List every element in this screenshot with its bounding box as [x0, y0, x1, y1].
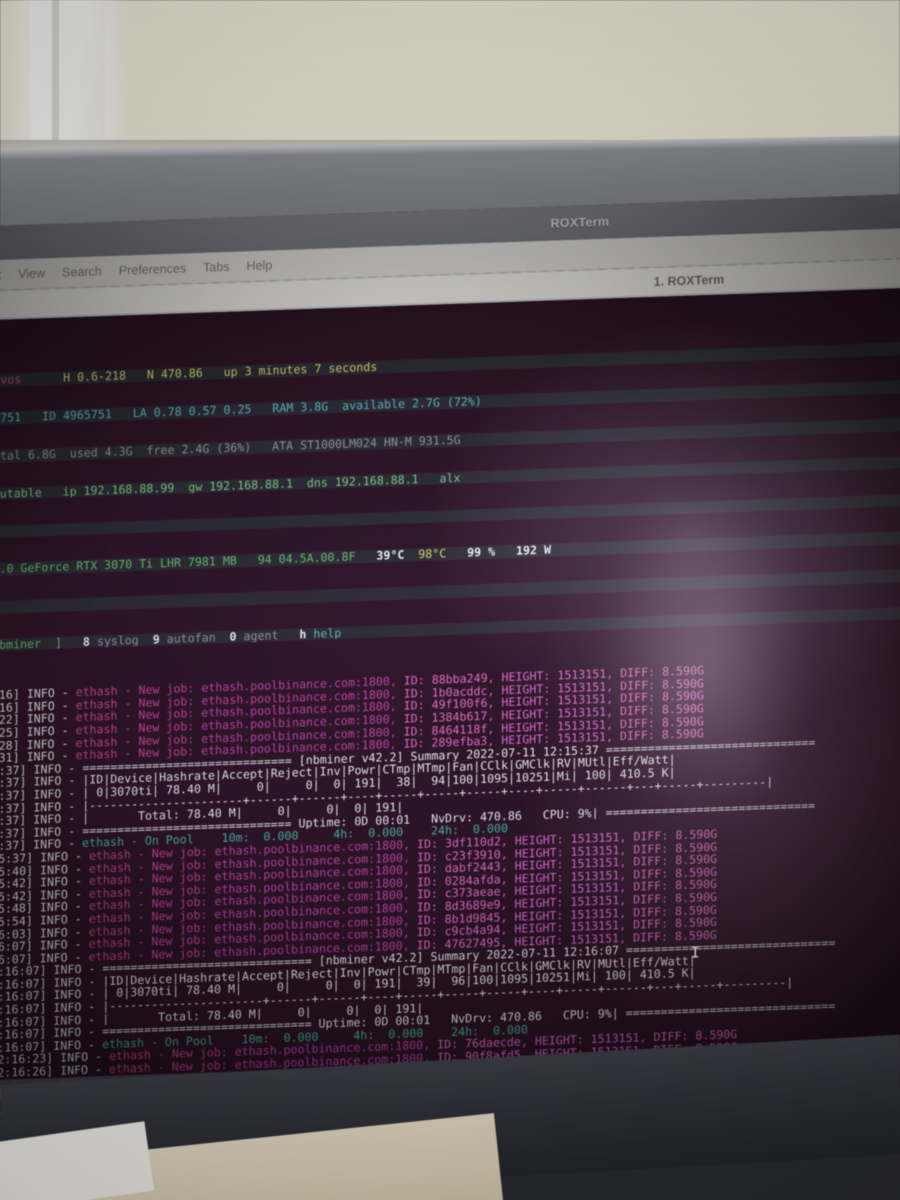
hotkey-agent[interactable]: agent	[244, 628, 279, 643]
blank-2	[0, 569, 900, 614]
gpu-core-temp: 39°C	[376, 547, 405, 563]
hotkey-miner: nbminer ]	[0, 635, 63, 652]
gpu-memory-temp: 98°C	[418, 546, 447, 562]
hotkey-help[interactable]: help	[313, 626, 341, 641]
menu-item-help[interactable]: Help	[247, 258, 273, 273]
window-title: ROXTerm	[550, 214, 610, 231]
blank-1	[0, 493, 900, 539]
menu-item-edit[interactable]: t	[0, 268, 1, 282]
hotkey-bar[interactable]: nbminer ] 8 syslog 9 autofan 0 agent h h…	[0, 607, 900, 652]
room-window-glare	[30, 0, 105, 140]
window-frame	[52, 0, 59, 140]
hotkey-syslog[interactable]: syslog	[97, 633, 139, 648]
photo-of-monitor: ROXTerm t View Search Preferences Tabs H…	[0, 0, 900, 1200]
menu-item-search[interactable]: Search	[62, 264, 102, 279]
terminal-output[interactable]: ivos H 0.6-218 N 470.86 up 3 minutes 7 s…	[0, 288, 900, 1117]
monitor-screen: ROXTerm t View Search Preferences Tabs H…	[0, 194, 900, 1117]
gpu-status-line: 0.0 GeForce RTX 3070 Ti LHR 7981 MB 94 0…	[0, 531, 900, 576]
hive-status-line-2: 5751 ID 4965751 LA 0.78 0.57 0.25 RAM 3.…	[0, 380, 900, 425]
hive-status-line-3: otal 6.8G used 4.3G free 2.4G (36%) ATA …	[0, 418, 900, 463]
gpu-fan: 99 %	[467, 544, 496, 560]
menu-item-tabs[interactable]: Tabs	[203, 260, 229, 275]
room-wall	[0, 0, 900, 160]
menu-item-preferences[interactable]: Preferences	[119, 261, 186, 277]
hive-status-line-4: outable ip 192.168.88.99 gw 192.168.88.1…	[0, 455, 900, 501]
hotkey-autofan[interactable]: autofan	[167, 630, 216, 646]
menu-item-view[interactable]: View	[18, 266, 45, 281]
hive-os-badge: ivos	[0, 372, 22, 387]
tab-roxterm-1[interactable]: 1. ROXTerm	[654, 272, 725, 288]
gpu-power: 192 W	[516, 542, 551, 559]
hive-status-line-1: ivos H 0.6-218 N 470.86 up 3 minutes 7 s…	[0, 342, 900, 387]
